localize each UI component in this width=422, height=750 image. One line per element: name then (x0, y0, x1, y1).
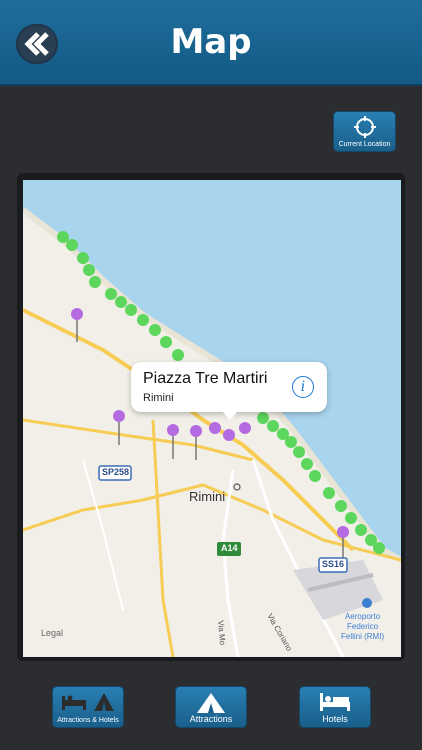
map-pin[interactable] (301, 458, 313, 470)
map-view[interactable]: Rimini SP258 A14 SS16 Via Coriano Via Mo… (23, 180, 401, 657)
current-location-label: Current Location (338, 141, 391, 148)
map-pin[interactable] (57, 231, 69, 243)
map-pin[interactable] (89, 276, 101, 288)
attractions-label: Attractions (189, 714, 233, 724)
map-pin[interactable] (223, 429, 235, 441)
map-canvas (23, 180, 401, 657)
map-pin[interactable] (83, 264, 95, 276)
map-pin[interactable] (355, 524, 367, 536)
map-pin[interactable] (285, 436, 297, 448)
road-label-a14: A14 (221, 543, 238, 553)
map-pin[interactable] (239, 422, 251, 434)
airport-label-line-2: Federico (346, 622, 379, 631)
hotels-button[interactable]: Hotels (299, 686, 371, 728)
map-pin[interactable] (337, 526, 349, 538)
header-bar: Map (0, 0, 422, 86)
callout-tail (221, 410, 239, 420)
map-pin[interactable] (323, 487, 335, 499)
city-label: Rimini (189, 489, 226, 504)
map-pin[interactable] (293, 446, 305, 458)
map-pin[interactable] (335, 500, 347, 512)
map-pin[interactable] (115, 296, 127, 308)
map-pin[interactable] (209, 422, 221, 434)
info-icon[interactable]: i (292, 376, 314, 398)
road-label-sp258: SP258 (102, 467, 130, 477)
map-pin[interactable] (257, 412, 269, 424)
map-callout[interactable]: Piazza Tre Martiri Rimini i (131, 362, 327, 420)
map-pin[interactable] (373, 542, 385, 554)
map-pin[interactable] (160, 336, 172, 348)
attractions-and-hotels-label: Attractions & Hotels (57, 717, 119, 724)
map-pin[interactable] (113, 410, 125, 422)
map-pin[interactable] (66, 239, 78, 251)
airport-label-line-3: Fellini (RMI) (341, 632, 385, 641)
airport-label-line-1: Aeroporto (344, 612, 381, 621)
legal-link[interactable]: Legal (41, 628, 63, 638)
map-pin[interactable] (77, 252, 89, 264)
callout-title: Piazza Tre Martiri (143, 370, 268, 387)
bed-icon (320, 693, 350, 711)
tent-icon (197, 693, 225, 713)
attractions-button[interactable]: Attractions (175, 686, 247, 728)
map-pin[interactable] (309, 470, 321, 482)
map-pin[interactable] (167, 424, 179, 436)
crosshair-icon (354, 116, 376, 138)
hotels-label: Hotels (322, 714, 348, 724)
map-pin[interactable] (105, 288, 117, 300)
map-pin[interactable] (137, 314, 149, 326)
current-location-button[interactable]: Current Location (333, 111, 396, 152)
page-title: Map (170, 22, 252, 62)
airport-label: Aeroporto Federico Fellini (RMI) (341, 612, 384, 642)
map-pin[interactable] (190, 425, 202, 437)
callout-subtitle: Rimini (143, 392, 174, 404)
map-pin[interactable] (149, 324, 161, 336)
map-pin[interactable] (172, 349, 184, 361)
map-pin[interactable] (71, 308, 83, 320)
map-pin[interactable] (345, 512, 357, 524)
map-pin[interactable] (125, 304, 137, 316)
bed-and-tent-icon (62, 693, 114, 711)
attractions-and-hotels-button[interactable]: Attractions & Hotels (52, 686, 124, 728)
map-pin[interactable] (267, 420, 279, 432)
road-label-ss16: SS16 (322, 559, 345, 569)
